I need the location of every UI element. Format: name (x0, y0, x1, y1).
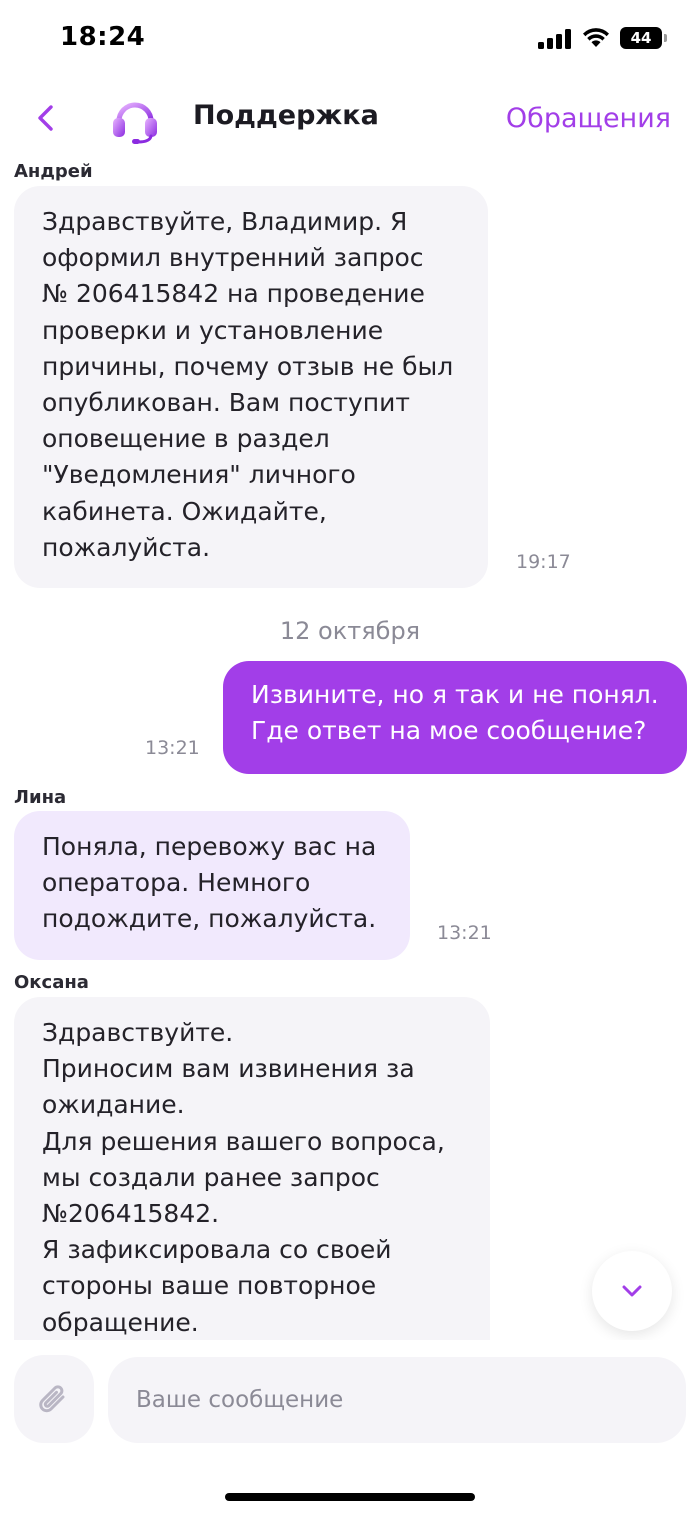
scroll-down-button[interactable] (592, 1251, 672, 1331)
home-indicator (225, 1493, 475, 1501)
message-composer (0, 1340, 700, 1515)
chevron-left-icon (38, 105, 53, 131)
attach-button[interactable] (14, 1355, 94, 1443)
status-bar: 18:24 44 (0, 0, 700, 80)
headset-icon (113, 102, 157, 144)
chat-messages: Андрей Здравствуйте, Владимир. Я оформил… (0, 158, 700, 1340)
wifi-icon (583, 28, 609, 47)
battery-icon: 44 (620, 27, 667, 49)
chat-header: Поддержка Обращения (0, 80, 700, 158)
message-bubble: Здравствуйте. Приносим вам извинения за … (14, 997, 490, 1340)
status-time: 18:24 (60, 22, 146, 52)
sender-name: Оксана (14, 972, 89, 993)
message-input[interactable] (108, 1357, 686, 1443)
message-time: 13:21 (145, 737, 200, 759)
chevron-down-icon (622, 1285, 642, 1297)
cellular-signal-icon (538, 29, 572, 49)
sender-name: Андрей (14, 161, 93, 182)
paperclip-icon (39, 1385, 65, 1413)
message-bubble-outgoing: Извините, но я так и не понял. Где ответ… (223, 661, 687, 774)
appeals-link[interactable]: Обращения (506, 103, 671, 134)
message-time: 19:17 (516, 551, 571, 573)
message-bubble-bot: Поняла, перевожу вас на оператора. Немно… (14, 811, 410, 960)
message-bubble: Здравствуйте, Владимир. Я оформил внутре… (14, 186, 488, 588)
sender-name: Лина (14, 787, 67, 808)
date-separator: 12 октября (279, 617, 421, 645)
message-time: 13:21 (437, 922, 492, 944)
back-button[interactable] (26, 98, 66, 138)
page-title: Поддержка (193, 100, 379, 131)
